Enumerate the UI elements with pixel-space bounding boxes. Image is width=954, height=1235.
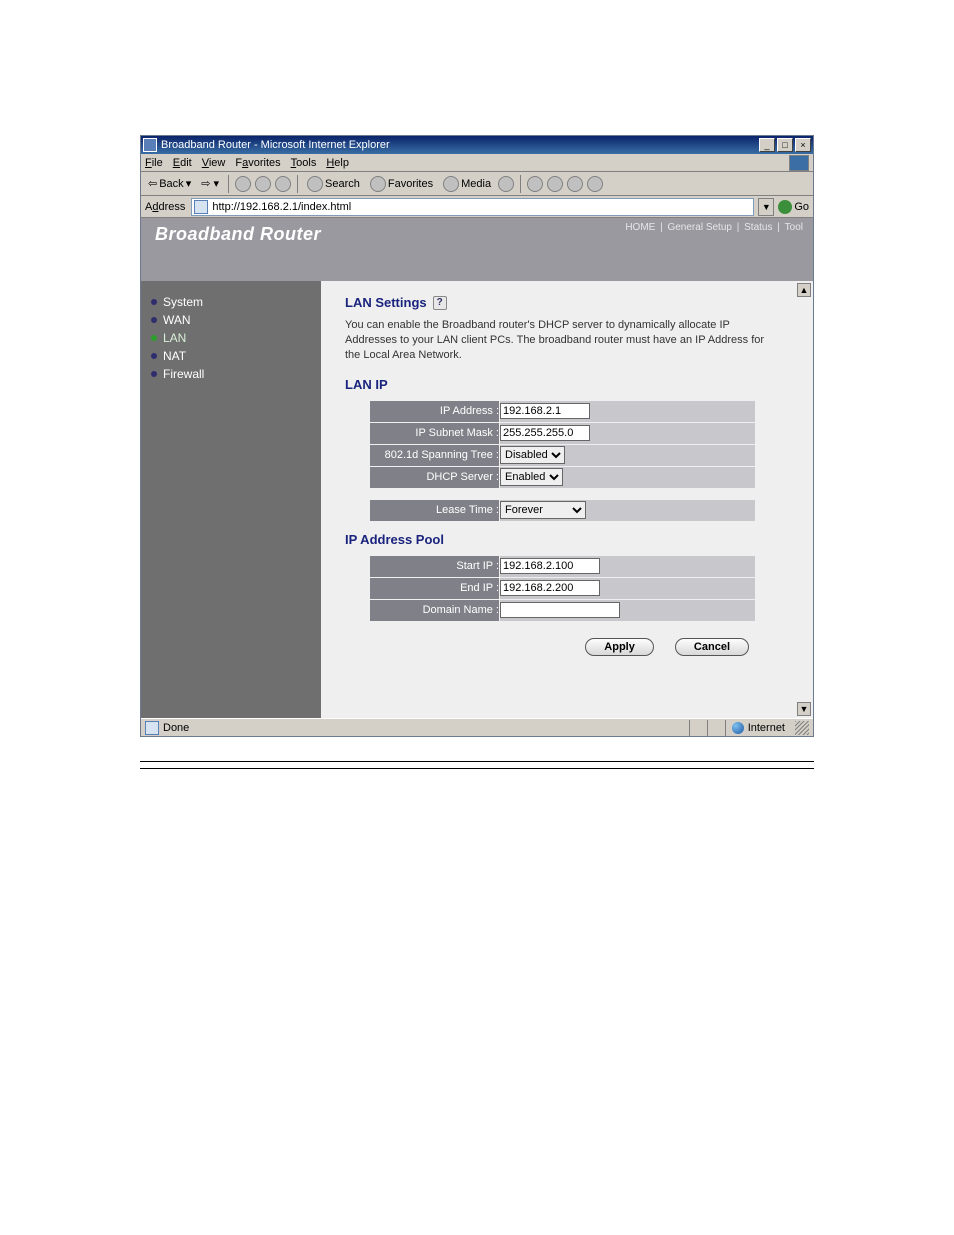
media-button[interactable]: Media [440,175,494,193]
address-dropdown[interactable]: ▼ [758,198,774,216]
zone-label: Internet [748,722,785,734]
resize-grip[interactable] [795,721,809,735]
menu-view[interactable]: View [202,157,226,169]
subnet-input[interactable] [500,425,590,441]
ip-address-label: IP Address : [370,400,500,422]
window-titlebar: Broadband Router - Microsoft Internet Ex… [141,136,813,154]
page-banner: Broadband Router HOME | General Setup | … [141,218,813,281]
maximize-button[interactable]: □ [777,138,793,152]
ip-pool-table: Start IP : End IP : Domain Name : [369,555,756,622]
lease-table: Lease Time : Forever [369,499,756,522]
page-icon [194,200,208,214]
media-icon [443,176,459,192]
status-text: Done [163,722,189,734]
favorites-icon [370,176,386,192]
history-icon[interactable] [498,176,514,192]
menu-favorites[interactable]: Favorites [235,157,280,169]
address-url: http://192.168.2.1/index.html [212,201,351,213]
dhcp-select[interactable]: Enabled [500,468,563,486]
status-bar: Done Internet [141,718,813,736]
divider [140,768,814,769]
toolbar: ⇦ Back ▾ ⇨ ▾ Search Favorites Media [141,172,813,196]
globe-icon [732,722,744,734]
sidebar-item-wan[interactable]: WAN [151,311,311,329]
go-icon [778,200,792,214]
menu-help[interactable]: Help [326,157,349,169]
address-label: Address [145,201,187,213]
scroll-up-button[interactable]: ▲ [797,283,811,297]
lan-ip-heading: LAN IP [345,377,789,392]
help-icon[interactable]: ? [433,296,447,310]
apply-button[interactable]: Apply [585,638,654,656]
nav-tool[interactable]: Tool [783,222,805,233]
status-cell [689,720,707,736]
banner-title: Broadband Router [141,218,321,245]
discuss-icon[interactable] [587,176,603,192]
ip-pool-heading: IP Address Pool [345,532,789,547]
nav-setup[interactable]: General Setup [665,222,734,233]
window-title: Broadband Router - Microsoft Internet Ex… [161,139,759,151]
banner-nav: HOME | General Setup | Status | Tool [623,218,813,233]
browser-window: Broadband Router - Microsoft Internet Ex… [140,135,814,737]
menu-edit[interactable]: Edit [173,157,192,169]
bullet-icon [151,299,157,305]
cancel-button[interactable]: Cancel [675,638,749,656]
edit-icon[interactable] [567,176,583,192]
end-ip-label: End IP : [370,577,500,599]
bullet-icon [151,371,157,377]
spanning-select[interactable]: Disabled [500,446,565,464]
security-zone: Internet [725,720,791,736]
menu-tools[interactable]: Tools [291,157,317,169]
menu-bar: FFileile Edit View Favorites Tools Help [141,154,813,172]
lease-label: Lease Time : [370,499,500,521]
sidebar-item-system[interactable]: System [151,293,311,311]
address-input[interactable]: http://192.168.2.1/index.html [191,198,754,216]
main-panel: ▲ ▼ LAN Settings ? You can enable the Br… [321,281,813,718]
bullet-icon [151,317,157,323]
spanning-label: 802.1d Spanning Tree : [370,444,500,466]
domain-label: Domain Name : [370,599,500,621]
dhcp-label: DHCP Server : [370,466,500,488]
check-icon [151,335,157,341]
page-heading: LAN Settings [345,295,427,310]
status-cell [707,720,725,736]
close-button[interactable]: × [795,138,811,152]
domain-input[interactable] [500,602,620,618]
address-bar: Address http://192.168.2.1/index.html ▼ … [141,196,813,218]
sidebar-item-lan[interactable]: LAN [151,329,311,347]
mail-icon[interactable] [527,176,543,192]
favorites-button[interactable]: Favorites [367,175,436,193]
refresh-icon[interactable] [255,176,271,192]
print-icon[interactable] [547,176,563,192]
nav-status[interactable]: Status [742,222,774,233]
home-icon[interactable] [275,176,291,192]
lan-ip-table: IP Address : IP Subnet Mask : 802.1d Spa… [369,400,756,489]
nav-home[interactable]: HOME [623,222,657,233]
ip-address-input[interactable] [500,403,590,419]
minimize-button[interactable]: _ [759,138,775,152]
end-ip-input[interactable] [500,580,600,596]
page-description: You can enable the Broadband router's DH… [345,318,765,363]
subnet-label: IP Subnet Mask : [370,422,500,444]
scroll-down-button[interactable]: ▼ [797,702,811,716]
menu-file[interactable]: FFileile [145,157,163,169]
bullet-icon [151,353,157,359]
start-ip-input[interactable] [500,558,600,574]
ie-icon [143,138,157,152]
start-ip-label: Start IP : [370,555,500,577]
sidebar-item-nat[interactable]: NAT [151,347,311,365]
forward-button[interactable]: ⇨ ▾ [198,176,222,191]
ie-throbber-icon [789,155,809,171]
page-icon [145,721,159,735]
search-button[interactable]: Search [304,175,363,193]
divider [140,761,814,762]
stop-icon[interactable] [235,176,251,192]
back-button[interactable]: ⇦ Back ▾ [145,176,194,191]
search-icon [307,176,323,192]
sidebar-item-firewall[interactable]: Firewall [151,365,311,383]
sidebar: System WAN LAN NAT Firewall [141,281,321,718]
lease-select[interactable]: Forever [500,501,586,519]
go-button[interactable]: Go [778,200,809,214]
